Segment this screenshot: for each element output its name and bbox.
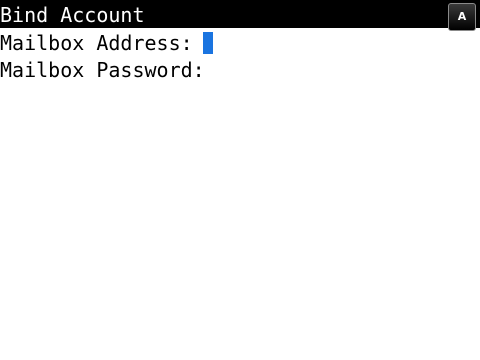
mailbox-address-row[interactable]: Mailbox Address: (0, 30, 213, 56)
title-bar: Bind Account A (0, 0, 480, 31)
mailbox-password-row[interactable]: Mailbox Password: (0, 57, 215, 83)
mailbox-address-label: Mailbox Address: (0, 31, 193, 55)
mailbox-password-label: Mailbox Password: (0, 58, 205, 82)
screen-title: Bind Account (0, 3, 145, 27)
input-mode-indicator: A (448, 3, 476, 31)
text-cursor (202, 32, 213, 54)
mailbox-password-field[interactable] (205, 59, 215, 81)
mailbox-address-field[interactable] (193, 32, 203, 54)
